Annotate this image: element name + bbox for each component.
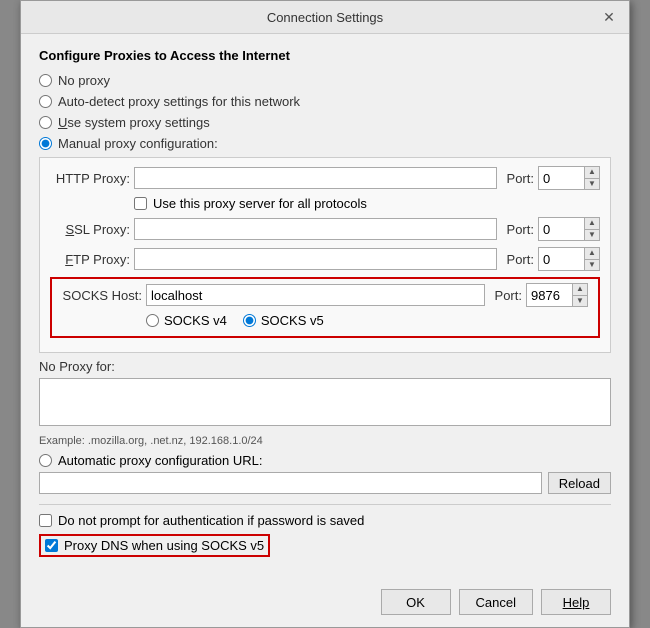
ftp-port-wrap: ▲ ▼ — [538, 247, 600, 271]
system-proxy-row: Use system proxy settings — [39, 115, 611, 130]
socks-host-row: SOCKS Host: Port: ▲ ▼ — [62, 283, 588, 307]
ssl-port-label: Port: — [507, 222, 534, 237]
ssl-port-input[interactable] — [539, 218, 584, 240]
ftp-port-spinner: ▲ ▼ — [584, 248, 599, 270]
manual-proxy-label[interactable]: Manual proxy configuration: — [58, 136, 218, 151]
ftp-port-label: Port: — [507, 252, 534, 267]
http-proxy-row: HTTP Proxy: Port: ▲ ▼ — [50, 166, 600, 190]
auto-proxy-radio-row: Automatic proxy configuration URL: — [39, 453, 611, 468]
http-port-input[interactable] — [539, 167, 584, 189]
ssl-port-up[interactable]: ▲ — [585, 218, 599, 230]
use-for-all-checkbox[interactable] — [134, 197, 147, 210]
dialog-content: Configure Proxies to Access the Internet… — [21, 34, 629, 581]
socks-host-input[interactable] — [146, 284, 485, 306]
ssl-port-spinner: ▲ ▼ — [584, 218, 599, 240]
ok-button[interactable]: OK — [381, 589, 451, 615]
socks-port-input[interactable] — [527, 284, 572, 306]
socks-v5-option: SOCKS v5 — [243, 313, 324, 328]
socks-port-down[interactable]: ▼ — [573, 296, 587, 307]
proxy-dns-label[interactable]: Proxy DNS when using SOCKS v5 — [64, 538, 264, 553]
ftp-port-input[interactable] — [539, 248, 584, 270]
socks-port-label: Port: — [495, 288, 522, 303]
proxy-dns-checkbox[interactable] — [45, 539, 58, 552]
no-auth-row: Do not prompt for authentication if pass… — [39, 513, 611, 528]
no-auth-checkbox[interactable] — [39, 514, 52, 527]
connection-settings-dialog: Connection Settings ✕ Configure Proxies … — [20, 0, 630, 628]
manual-proxy-section: HTTP Proxy: Port: ▲ ▼ Use this proxy ser… — [39, 157, 611, 353]
manual-proxy-row: Manual proxy configuration: — [39, 136, 611, 151]
no-proxy-row: No proxy — [39, 73, 611, 88]
manual-proxy-radio[interactable] — [39, 137, 52, 150]
ftp-proxy-row: FTP Proxy: Port: ▲ ▼ — [50, 247, 600, 271]
auto-detect-label[interactable]: Auto-detect proxy settings for this netw… — [58, 94, 300, 109]
help-button[interactable]: Help — [541, 589, 611, 615]
ftp-port-down[interactable]: ▼ — [585, 260, 599, 271]
cancel-button[interactable]: Cancel — [459, 589, 533, 615]
ftp-proxy-input[interactable] — [134, 248, 497, 270]
use-for-all-row: Use this proxy server for all protocols — [134, 196, 600, 211]
ftp-proxy-label: FTP Proxy: — [50, 252, 130, 267]
socks-v5-label[interactable]: SOCKS v5 — [261, 313, 324, 328]
no-proxy-textarea[interactable] — [39, 378, 611, 426]
auto-proxy-label[interactable]: Automatic proxy configuration URL: — [58, 453, 262, 468]
ssl-proxy-input[interactable] — [134, 218, 497, 240]
socks-v4-radio[interactable] — [146, 314, 159, 327]
socks-section: SOCKS Host: Port: ▲ ▼ — [50, 277, 600, 338]
auto-proxy-input-row: Reload — [39, 472, 611, 494]
ftp-port-up[interactable]: ▲ — [585, 248, 599, 260]
section-heading: Configure Proxies to Access the Internet — [39, 48, 611, 63]
system-proxy-radio[interactable] — [39, 116, 52, 129]
bottom-checkboxes: Do not prompt for authentication if pass… — [39, 513, 611, 557]
auto-proxy-input[interactable] — [39, 472, 542, 494]
no-proxy-section: No Proxy for: — [39, 359, 611, 429]
socks-inner: SOCKS Host: Port: ▲ ▼ — [52, 279, 598, 336]
no-proxy-radio[interactable] — [39, 74, 52, 87]
http-proxy-input[interactable] — [134, 167, 497, 189]
no-auth-label[interactable]: Do not prompt for authentication if pass… — [58, 513, 364, 528]
socks-v4-option: SOCKS v4 — [146, 313, 227, 328]
auto-proxy-radio[interactable] — [39, 454, 52, 467]
socks-v4-label[interactable]: SOCKS v4 — [164, 313, 227, 328]
proxy-dns-container: Proxy DNS when using SOCKS v5 — [39, 534, 611, 557]
socks-version-row: SOCKS v4 SOCKS v5 — [146, 313, 588, 328]
auto-detect-radio[interactable] — [39, 95, 52, 108]
dialog-title: Connection Settings — [51, 10, 599, 25]
system-proxy-label[interactable]: Use system proxy settings — [58, 115, 210, 130]
socks-host-label: SOCKS Host: — [62, 288, 142, 303]
socks-v5-radio[interactable] — [243, 314, 256, 327]
no-proxy-label[interactable]: No proxy — [58, 73, 110, 88]
socks-port-up[interactable]: ▲ — [573, 284, 587, 296]
http-port-down[interactable]: ▼ — [585, 179, 599, 190]
ssl-proxy-row: SSL Proxy: Port: ▲ ▼ — [50, 217, 600, 241]
ssl-port-wrap: ▲ ▼ — [538, 217, 600, 241]
http-port-label: Port: — [507, 171, 534, 186]
button-row: OK Cancel Help — [21, 581, 629, 627]
http-port-wrap: ▲ ▼ — [538, 166, 600, 190]
auto-detect-row: Auto-detect proxy settings for this netw… — [39, 94, 611, 109]
titlebar: Connection Settings ✕ — [21, 1, 629, 34]
reload-button[interactable]: Reload — [548, 472, 611, 494]
example-text: Example: .mozilla.org, .net.nz, 192.168.… — [39, 435, 611, 447]
socks-port-spinner: ▲ ▼ — [572, 284, 587, 306]
http-port-up[interactable]: ▲ — [585, 167, 599, 179]
close-button[interactable]: ✕ — [599, 7, 619, 27]
proxy-dns-highlighted: Proxy DNS when using SOCKS v5 — [39, 534, 270, 557]
ssl-port-down[interactable]: ▼ — [585, 230, 599, 241]
use-for-all-label[interactable]: Use this proxy server for all protocols — [153, 196, 367, 211]
socks-port-wrap: ▲ ▼ — [526, 283, 588, 307]
divider — [39, 504, 611, 505]
no-proxy-for-label: No Proxy for: — [39, 359, 611, 374]
http-port-spinner: ▲ ▼ — [584, 167, 599, 189]
ssl-proxy-label: SSL Proxy: — [50, 222, 130, 237]
http-proxy-label: HTTP Proxy: — [50, 171, 130, 186]
